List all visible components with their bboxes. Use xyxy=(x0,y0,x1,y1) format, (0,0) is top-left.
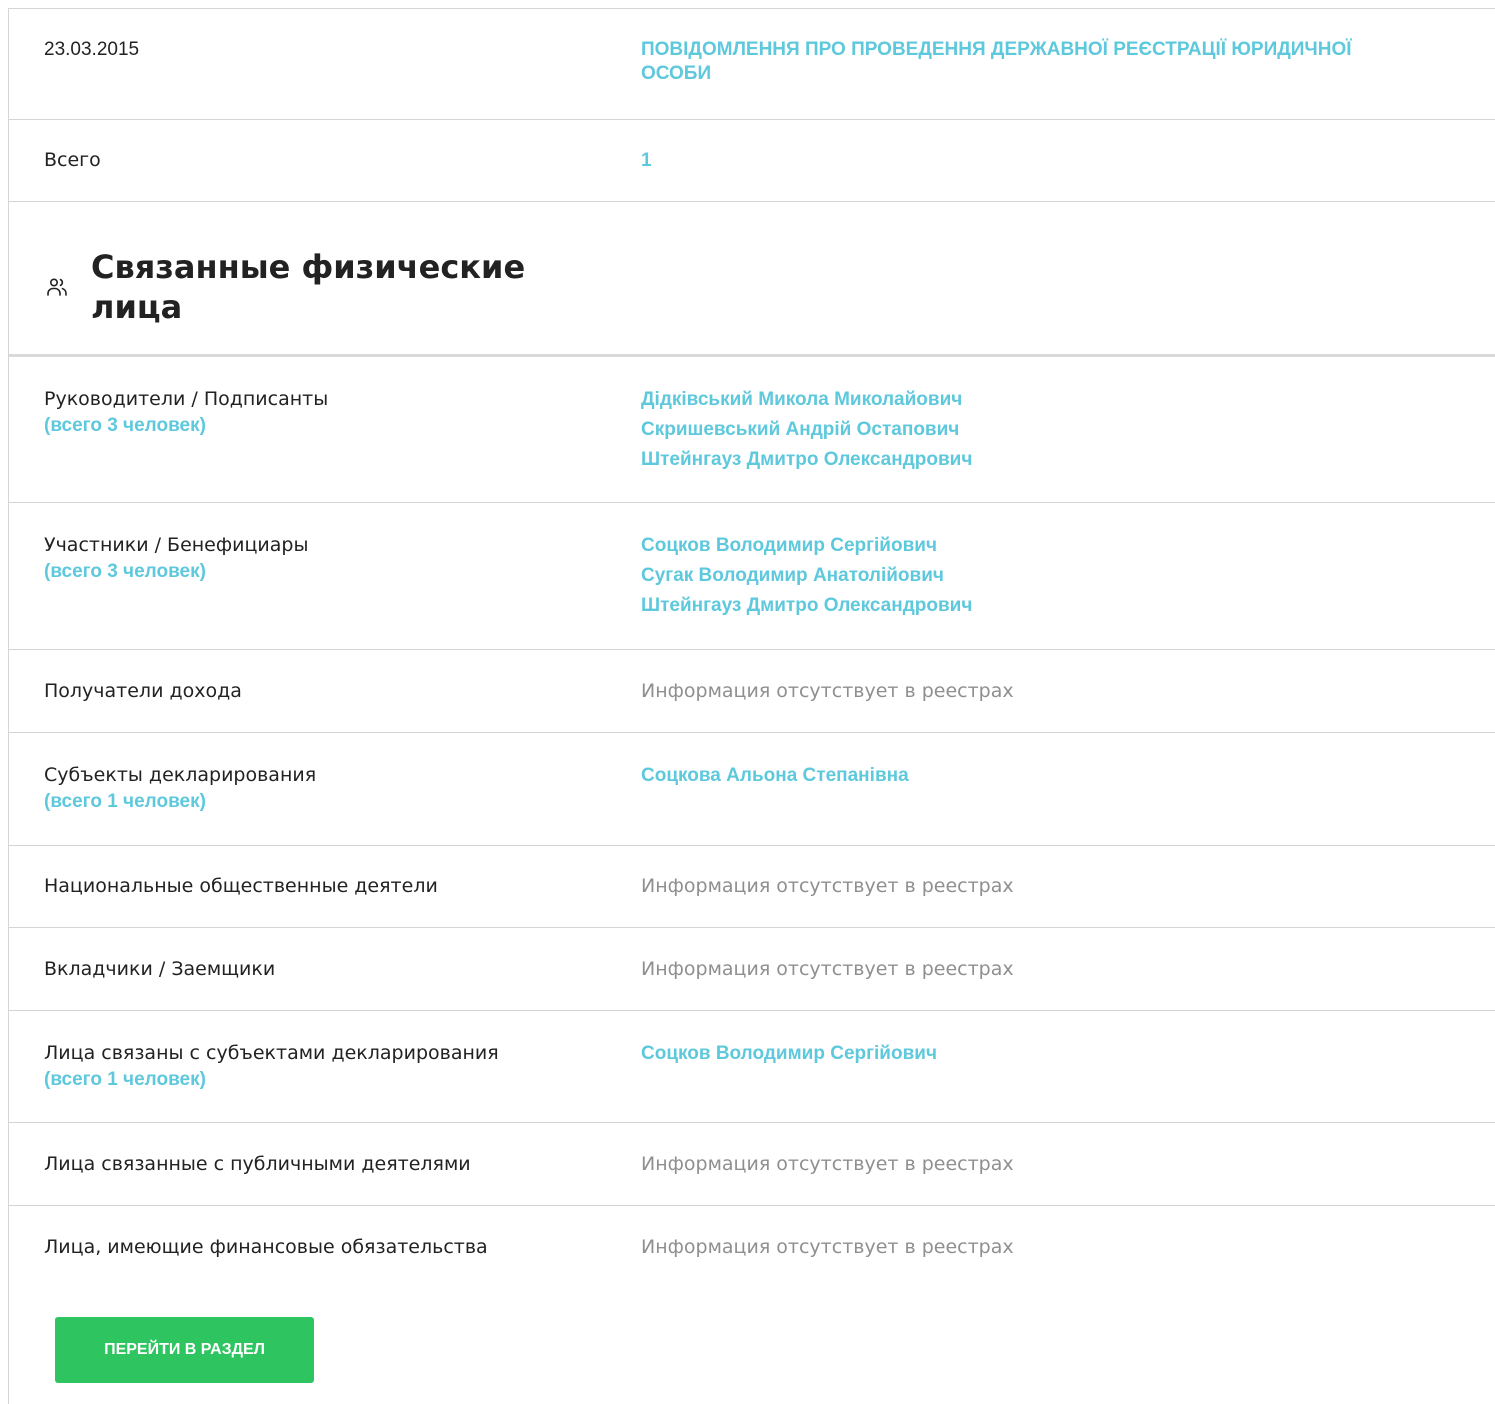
row-financial-obligations: Лица, имеющие финансовые обязательства И… xyxy=(9,1206,1495,1288)
row-income-recipients: Получатели дохода Информация отсутствует… xyxy=(9,650,1495,733)
row-label: Руководители / Подписанты (всего 3 челов… xyxy=(44,385,604,439)
row-count[interactable]: (всего 1 человек) xyxy=(44,1067,604,1093)
row-declaration-related: Лица связаны с субъектами декларирования… xyxy=(9,1011,1495,1123)
row-label-text: Субъекты декларирования xyxy=(44,764,317,786)
row-label-text: Национальные общественные деятели xyxy=(44,875,438,897)
row-label-text: Участники / Бенефициары xyxy=(44,534,309,556)
row-public-related: Лица связанные с публичными деятелями Ин… xyxy=(9,1123,1495,1206)
row-directors: Руководители / Подписанты (всего 3 челов… xyxy=(9,357,1495,503)
row-label-text: Лица связанные с публичными деятелями xyxy=(44,1153,471,1175)
row-label: Субъекты декларирования (всего 1 человек… xyxy=(44,761,604,815)
person-link[interactable]: Соцков Володимир Сергійович xyxy=(641,1039,1441,1069)
row-count[interactable]: (всего 3 человек) xyxy=(44,559,604,585)
notice-link[interactable]: ПОВІДОМЛЕННЯ ПРО ПРОВЕДЕННЯ ДЕРЖАВНОЇ РЕ… xyxy=(641,38,1401,86)
person-link[interactable]: Дідківський Микола Миколайович xyxy=(641,385,1441,415)
row-label-text: Получатели дохода xyxy=(44,680,242,702)
row-depositors: Вкладчики / Заемщики Информация отсутств… xyxy=(9,928,1495,1011)
person-link[interactable]: Соцкова Альона Степанівна xyxy=(641,761,1441,791)
section-header: Связанные физические лица xyxy=(9,201,1495,357)
row-public-figures: Национальные общественные деятели Информ… xyxy=(9,846,1495,928)
related-persons-panel: 23.03.2015 ПОВІДОМЛЕННЯ ПРО ПРОВЕДЕННЯ Д… xyxy=(8,8,1495,1404)
row-names: Соцкова Альона Степанівна xyxy=(641,761,1441,791)
section-title: Связанные физические лица xyxy=(91,248,526,326)
row-label-text: Руководители / Подписанты xyxy=(44,388,329,410)
row-label-text: Вкладчики / Заемщики xyxy=(44,958,276,980)
row-names: Соцков Володимир Сергійович Сугак Володи… xyxy=(641,531,1441,621)
row-label-text: Лица, имеющие финансовые обязательства xyxy=(44,1236,488,1258)
row-label: Участники / Бенефициары (всего 3 человек… xyxy=(44,531,604,585)
row-count[interactable]: (всего 3 человек) xyxy=(44,413,604,439)
total-value[interactable]: 1 xyxy=(641,146,1441,176)
row-beneficiaries: Участники / Бенефициары (всего 3 человек… xyxy=(9,503,1495,650)
total-label: Всего xyxy=(44,149,101,171)
person-link[interactable]: Штейнгауз Дмитро Олександрович xyxy=(641,445,1441,475)
row-count[interactable]: (всего 1 человек) xyxy=(44,789,604,815)
row-empty-text: Информация отсутствует в реестрах xyxy=(641,958,1014,980)
row-declaration-subjects: Субъекты декларирования (всего 1 человек… xyxy=(9,733,1495,846)
row-label: Лица связаны с субъектами декларирования… xyxy=(44,1039,604,1093)
row-empty-text: Информация отсутствует в реестрах xyxy=(641,1236,1014,1258)
person-link[interactable]: Сугак Володимир Анатолійович xyxy=(641,561,1441,591)
person-link[interactable]: Штейнгауз Дмитро Олександрович xyxy=(641,591,1441,621)
people-icon xyxy=(47,278,67,296)
go-to-section-button[interactable]: ПЕРЕЙТИ В РАЗДЕЛ xyxy=(55,1317,314,1383)
registration-notice-row: 23.03.2015 ПОВІДОМЛЕННЯ ПРО ПРОВЕДЕННЯ Д… xyxy=(9,9,1495,120)
person-link[interactable]: Соцков Володимир Сергійович xyxy=(641,531,1441,561)
row-empty-text: Информация отсутствует в реестрах xyxy=(641,1153,1014,1175)
person-link[interactable]: Скришевський Андрій Остапович xyxy=(641,415,1441,445)
row-label-text: Лица связаны с субъектами декларирования xyxy=(44,1042,499,1064)
total-row: Всего 1 xyxy=(9,120,1495,202)
row-names: Дідківський Микола Миколайович Скришевсь… xyxy=(641,385,1441,475)
row-names: Соцков Володимир Сергійович xyxy=(641,1039,1441,1069)
row-empty-text: Информация отсутствует в реестрах xyxy=(641,680,1014,702)
row-empty-text: Информация отсутствует в реестрах xyxy=(641,875,1014,897)
notice-date: 23.03.2015 xyxy=(44,39,140,60)
